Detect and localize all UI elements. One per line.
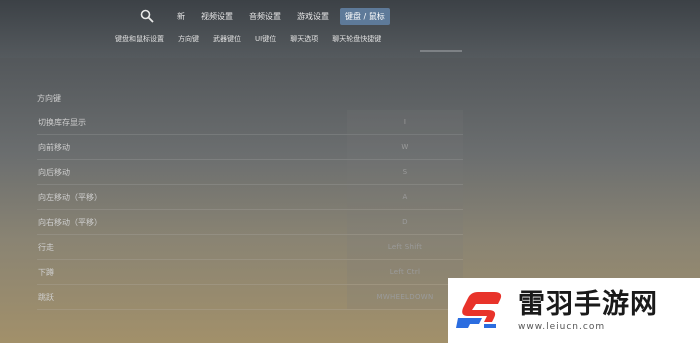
tab-game-settings[interactable]: 游戏设置 (292, 8, 334, 25)
key-cell[interactable]: Left Ctrl (347, 260, 463, 284)
key-value: Left Ctrl (389, 268, 421, 276)
keybinding-table: 切换库存显示 I 向前移动 W 向后移动 S 向左移动（平移） A 向右移动（平… (37, 110, 463, 310)
subtab-chat-options[interactable]: 聊天选项 (290, 34, 318, 44)
key-value: A (402, 193, 408, 201)
keybinding-row[interactable]: 向前移动 W (37, 135, 463, 160)
keybinding-row[interactable]: 行走 Left Shift (37, 235, 463, 260)
key-cell[interactable]: W (347, 135, 463, 159)
subtab-keyboard-mouse-settings[interactable]: 键盘和鼠标设置 (115, 34, 164, 44)
watermark-title: 雷羽手游网 (518, 288, 658, 320)
key-value: MWHEELDOWN (376, 293, 434, 301)
tab-keyboard-mouse[interactable]: 键盘 / 鼠标 (340, 8, 390, 25)
key-value: I (403, 118, 407, 126)
key-cell[interactable]: MWHEELDOWN (347, 285, 463, 309)
key-value: Left Shift (387, 243, 423, 251)
action-label: 向后移动 (38, 167, 70, 177)
keybinding-row[interactable]: 切换库存显示 I (37, 110, 463, 135)
action-label: 向左移动（平移） (38, 192, 102, 202)
action-label: 行走 (38, 242, 54, 252)
scrollbar[interactable] (420, 50, 462, 52)
keybinding-row[interactable]: 向左移动（平移） A (37, 185, 463, 210)
action-label: 下蹲 (38, 267, 54, 277)
key-cell[interactable]: Left Shift (347, 235, 463, 259)
watermark: 雷羽手游网 www.leiucn.com (448, 278, 700, 343)
tab-audio-settings[interactable]: 音频设置 (244, 8, 286, 25)
key-cell[interactable]: I (347, 110, 463, 134)
keybinding-row[interactable]: 跳跃 MWHEELDOWN (37, 285, 463, 310)
search-icon[interactable] (140, 9, 156, 25)
key-cell[interactable]: A (347, 185, 463, 209)
keybinding-row[interactable]: 向右移动（平移） D (37, 210, 463, 235)
subtab-movement-keys[interactable]: 方向键 (178, 34, 199, 44)
section-title: 方向键 (37, 94, 61, 103)
action-label: 向前移动 (38, 142, 70, 152)
key-cell[interactable]: S (347, 160, 463, 184)
key-value: S (402, 168, 408, 176)
subtab-weapon-keys[interactable]: 武器键位 (213, 34, 241, 44)
subtab-chat-wheel-hotkeys[interactable]: 聊天轮盘快捷键 (332, 34, 381, 44)
action-label: 切换库存显示 (38, 117, 86, 127)
sub-nav: 键盘和鼠标设置 方向键 武器键位 UI键位 聊天选项 聊天轮盘快捷键 (115, 34, 381, 44)
tab-new[interactable]: 新 (172, 8, 190, 25)
leiyu-logo-icon (456, 291, 502, 328)
main-nav: 新 视频设置 音频设置 游戏设置 键盘 / 鼠标 (140, 8, 390, 25)
key-value: W (401, 143, 409, 151)
action-label: 向右移动（平移） (38, 217, 102, 227)
watermark-url: www.leiucn.com (518, 321, 606, 332)
action-label: 跳跃 (38, 292, 54, 302)
tab-video-settings[interactable]: 视频设置 (196, 8, 238, 25)
key-value: D (402, 218, 408, 226)
keybinding-row[interactable]: 向后移动 S (37, 160, 463, 185)
keybinding-row[interactable]: 下蹲 Left Ctrl (37, 260, 463, 285)
subtab-ui-keys[interactable]: UI键位 (255, 34, 276, 44)
key-cell[interactable]: D (347, 210, 463, 234)
